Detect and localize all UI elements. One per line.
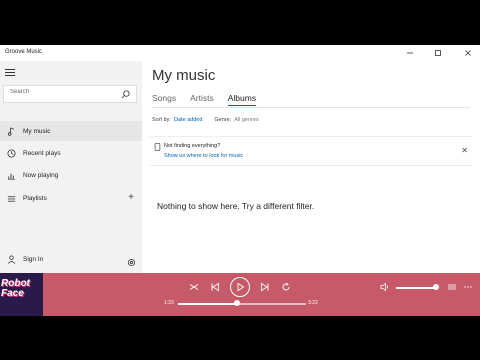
title-bar: Groove Music: [0, 45, 480, 61]
album-art[interactable]: Robot Face: [0, 273, 43, 316]
sidebar-item-label: My music: [23, 127, 51, 135]
list-icon: [448, 284, 456, 290]
maximize-button[interactable]: [428, 45, 448, 61]
search-icon[interactable]: [121, 90, 130, 99]
search-input[interactable]: [10, 89, 120, 95]
sidebar: My music Recent plays Now playing Playli…: [0, 61, 142, 273]
time-total: 3:22: [308, 300, 318, 306]
sidebar-item-label: Now playing: [23, 171, 59, 179]
play-button[interactable]: [230, 277, 250, 297]
volume-slider[interactable]: [396, 284, 439, 290]
shuffle-button[interactable]: [188, 281, 200, 293]
close-icon: [465, 50, 471, 56]
repeat-icon: [282, 282, 290, 291]
tab-divider: [152, 107, 470, 108]
previous-icon: [211, 282, 219, 292]
sidebar-item-label: Recent plays: [23, 149, 61, 157]
minimize-button[interactable]: [400, 45, 420, 61]
speaker-icon: [380, 282, 389, 292]
close-window-button[interactable]: [458, 45, 478, 61]
notice-banner: Not finding everything? Show us where to…: [150, 136, 472, 166]
next-button[interactable]: [259, 281, 271, 293]
tab-artists[interactable]: Artists: [190, 93, 214, 106]
more-icon: [464, 286, 472, 288]
maximize-icon: [435, 50, 441, 56]
add-playlist-icon[interactable]: +: [128, 193, 134, 203]
play-icon: [237, 282, 245, 292]
volume-button[interactable]: [379, 281, 391, 293]
previous-button[interactable]: [209, 281, 221, 293]
sign-in-button[interactable]: Sign In: [0, 249, 142, 269]
page-title: My music: [152, 67, 216, 84]
playlist-icon: [7, 194, 16, 203]
hamburger-menu-button[interactable]: [5, 67, 19, 79]
minimize-icon: [407, 52, 413, 54]
sort-label: Sort by:: [152, 117, 171, 123]
mobile-phone-icon: [154, 143, 161, 151]
volume-slider-thumb[interactable]: [433, 284, 439, 290]
sidebar-item-playlists[interactable]: Playlists +: [0, 188, 142, 208]
tab-songs[interactable]: Songs: [152, 93, 176, 106]
sort-dropdown[interactable]: Date added: [174, 117, 202, 123]
app-title: Groove Music: [5, 49, 43, 55]
genre-label: Genre:: [214, 117, 232, 123]
repeat-button[interactable]: [280, 281, 292, 293]
main-content: My music Songs Artists Albums Sort by: D…: [142, 61, 480, 273]
seek-bar-thumb[interactable]: [233, 300, 240, 306]
settings-gear-icon[interactable]: [127, 254, 136, 272]
music-note-icon: [7, 127, 16, 136]
groove-music-window: Groove Music My music: [0, 45, 480, 316]
tab-albums[interactable]: Albums: [227, 93, 257, 106]
seek-bar-fill: [178, 303, 237, 305]
more-options-button[interactable]: [462, 281, 474, 293]
time-elapsed: 1:33: [164, 300, 174, 306]
empty-state-message: Nothing to show here. Try a different fi…: [157, 201, 315, 211]
search-box: [3, 85, 137, 103]
genre-dropdown[interactable]: All genres: [234, 117, 258, 123]
notice-title: Not finding everything?: [164, 143, 221, 149]
filter-bar: Sort by: Date added Genre: All genres: [152, 117, 259, 123]
sidebar-item-my-music[interactable]: My music: [0, 121, 142, 141]
tab-bar: Songs Artists Albums: [152, 93, 270, 106]
queue-button[interactable]: [446, 281, 458, 293]
bar-chart-icon: [7, 171, 16, 180]
hamburger-icon: [5, 69, 15, 70]
person-icon: [7, 254, 16, 264]
album-art-text: Robot Face: [1, 278, 30, 299]
show-music-location-link[interactable]: Show us where to look for music: [164, 153, 243, 159]
volume-slider-fill: [396, 287, 436, 289]
sidebar-item-label: Playlists: [23, 194, 47, 202]
next-icon: [261, 282, 269, 292]
sign-in-label: Sign In: [23, 255, 44, 263]
player-bar: Robot Face 1:33 3:22: [0, 273, 480, 316]
clock-icon: [7, 148, 16, 158]
shuffle-icon: [189, 284, 199, 290]
sidebar-item-now-playing[interactable]: Now playing: [0, 165, 142, 185]
close-notice-icon[interactable]: ✕: [461, 147, 468, 155]
sidebar-item-recent-plays[interactable]: Recent plays: [0, 143, 142, 163]
seek-bar[interactable]: [178, 300, 306, 306]
